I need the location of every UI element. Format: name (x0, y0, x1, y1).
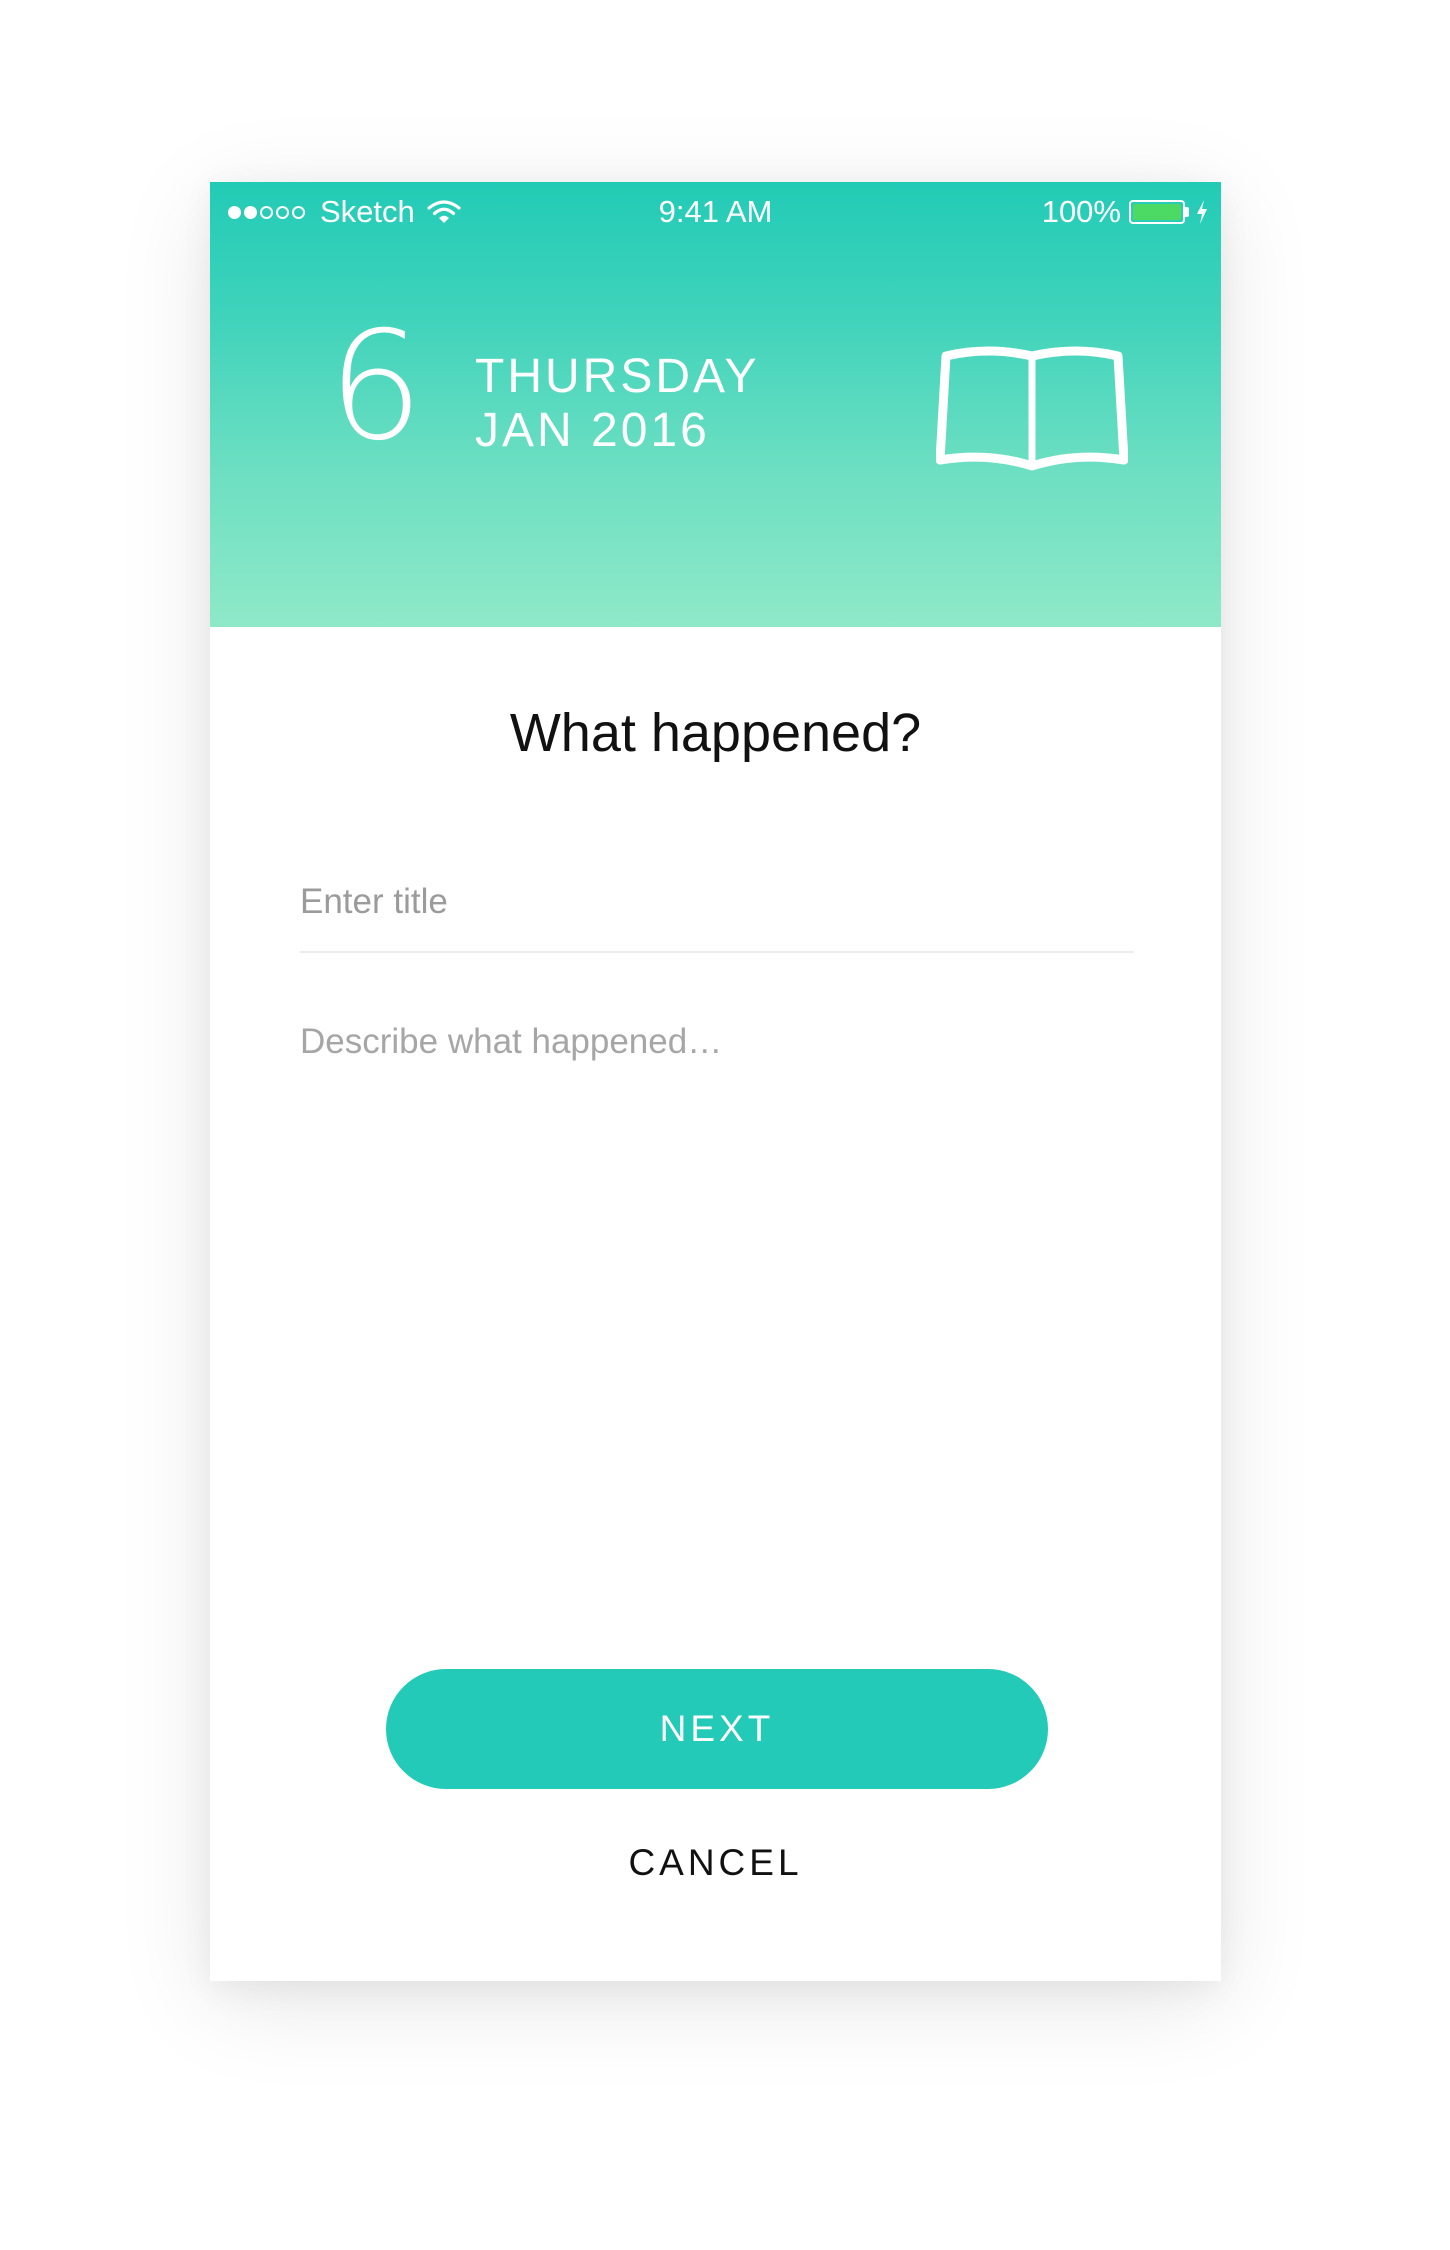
day-number: 6 (328, 300, 424, 474)
battery-cap (1185, 207, 1189, 217)
next-button[interactable]: NEXT (386, 1669, 1048, 1789)
battery-icon (1129, 200, 1185, 224)
bolt-icon (1197, 200, 1207, 224)
month-year-label: JAN 2016 (475, 404, 710, 457)
battery-level-fill (1133, 204, 1181, 220)
description-input[interactable] (300, 1022, 1134, 1622)
page-title: What happened? (509, 703, 922, 763)
weekday-label: THURSDAY (475, 350, 760, 403)
title-input[interactable] (300, 872, 1134, 932)
battery-percent: 100% (1041, 194, 1121, 229)
date-label: THURSDAY JAN 2016 (475, 350, 759, 458)
phone-screen: Sketch 9:41 AM 100% 6 THURSDAY JAN 2016 … (210, 182, 1221, 1981)
status-bar-right: 100% (1042, 192, 1209, 232)
cancel-button[interactable]: CANCEL (210, 1842, 1221, 1884)
date-header: Sketch 9:41 AM 100% 6 THURSDAY JAN 2016 (210, 182, 1221, 627)
title-divider (300, 951, 1134, 953)
book-icon[interactable] (936, 342, 1128, 472)
status-bar: Sketch 9:41 AM 100% (210, 182, 1221, 242)
